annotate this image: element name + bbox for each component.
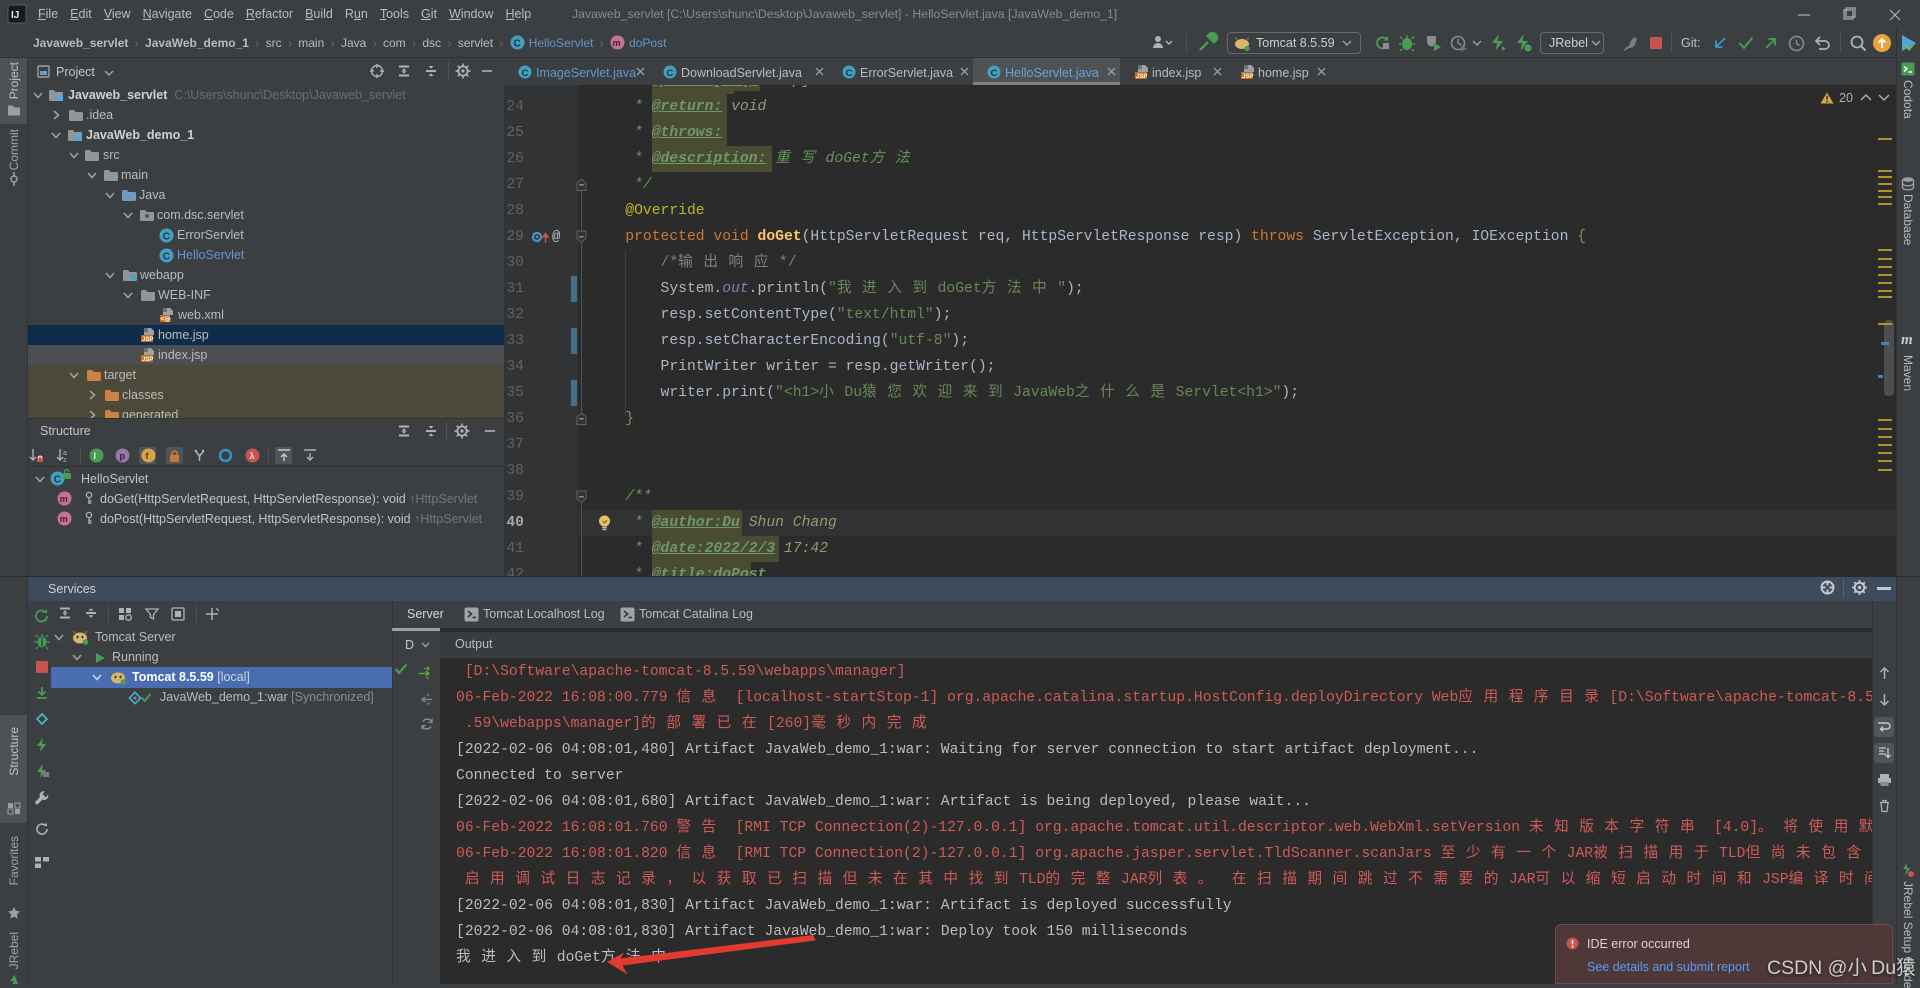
svg-text:λ: λ (250, 451, 255, 461)
svg-text:C: C (513, 39, 520, 50)
svg-text:C: C (163, 232, 170, 243)
svg-text:m: m (60, 494, 68, 504)
svg-text:JSP: JSP (1242, 74, 1253, 80)
svg-text:C: C (522, 68, 529, 79)
svg-text:JSP: JSP (1136, 74, 1147, 80)
svg-text:m: m (613, 38, 621, 48)
svg-text:C: C (846, 68, 853, 79)
svg-text:I: I (94, 451, 97, 461)
svg-text:JSP: JSP (142, 357, 153, 363)
svg-text:IJ: IJ (11, 10, 19, 21)
svg-text:C: C (54, 475, 61, 486)
svg-text:z: z (63, 457, 67, 464)
svg-text:<◎: <◎ (161, 316, 171, 323)
svg-text:C: C (991, 68, 998, 79)
svg-text:JSP: JSP (142, 337, 153, 343)
svg-text:C: C (667, 68, 674, 79)
svg-text:m: m (60, 514, 68, 524)
svg-text:a: a (63, 450, 67, 457)
svg-text:p: p (120, 451, 126, 461)
svg-text:C: C (163, 252, 170, 263)
